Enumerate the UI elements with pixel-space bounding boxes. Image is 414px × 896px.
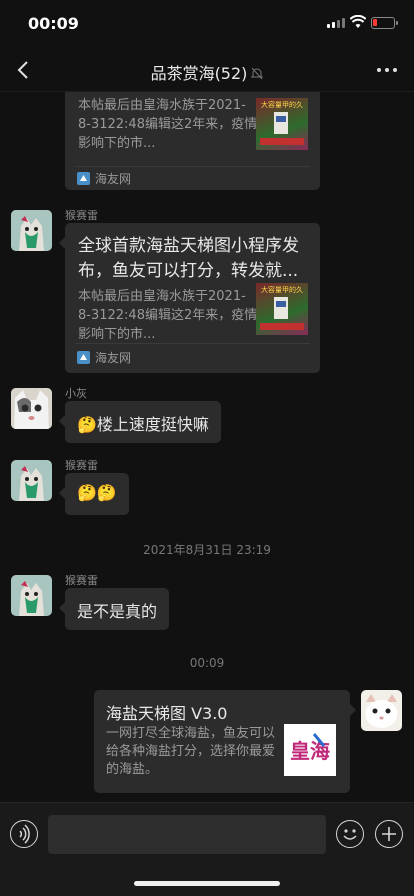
status-bar: 00:09 xyxy=(0,0,414,48)
ellipsis-icon[interactable] xyxy=(376,62,398,78)
card-source: 海友网 xyxy=(77,349,131,366)
source-name: 海友网 xyxy=(95,172,132,186)
card-thumbnail: 大容量甲的久 xyxy=(256,283,308,335)
bell-slash-icon xyxy=(251,67,264,80)
link-card[interactable]: 本帖最后由皇海水族于2021-8-3122:48编辑这2年来，疫情影响下的市..… xyxy=(65,92,320,190)
link-card[interactable]: 全球首款海盐天梯图小程序发布，鱼友可以打分，转发就... 本帖最后由皇海水族于2… xyxy=(59,223,320,373)
avatar[interactable] xyxy=(361,690,402,731)
signal-icon xyxy=(327,18,345,28)
timestamp: 00:09 xyxy=(189,656,225,670)
message-text: 🤔🤔 xyxy=(77,483,117,502)
source-name: 海友网 xyxy=(95,351,132,365)
battery-icon xyxy=(371,17,398,29)
card-title: 全球首款海盐天梯图小程序发布，鱼友可以打分，转发就... xyxy=(78,236,299,281)
wifi-icon xyxy=(350,15,366,28)
emoji-icon[interactable] xyxy=(336,820,364,848)
sender-name: 猴赛雷 xyxy=(65,574,98,587)
text-message[interactable]: 🤔🤔 xyxy=(59,473,129,515)
mini-program-card[interactable]: 海盐天梯图 V3.0 一网打尽全球海盐，鱼友可以给各种海盐打分，选择你最爱的海盐… xyxy=(94,690,356,793)
avatar[interactable] xyxy=(11,388,52,429)
message-input[interactable] xyxy=(48,815,326,854)
chat-header: 品茶赏海(52) xyxy=(0,48,414,92)
thumb-text: 大容量甲的久 xyxy=(261,285,303,294)
card-divider xyxy=(75,343,310,344)
card-description: 本帖最后由皇海水族于2021-8-3122:48编辑这2年来，疫情影响下的市..… xyxy=(78,98,258,151)
source-logo-icon xyxy=(77,351,90,364)
source-logo-icon xyxy=(77,172,90,185)
text-message[interactable]: 是不是真的 xyxy=(58,588,170,630)
message-text: 是不是真的 xyxy=(77,602,158,621)
timestamp: 2021年8月31日 23:19 xyxy=(143,543,271,557)
plus-icon[interactable] xyxy=(375,820,403,848)
thumb-text: 皇海 xyxy=(290,739,330,763)
status-time: 00:09 xyxy=(28,14,79,33)
card-source: 海友网 xyxy=(77,170,131,187)
card-thumbnail: 大容量甲的久 xyxy=(256,98,308,150)
sender-name: 猴赛雷 xyxy=(65,459,98,472)
card-divider xyxy=(75,166,310,167)
text-message[interactable]: 🤔楼上速度挺快嘛 xyxy=(59,401,221,443)
sender-name: 猴赛雷 xyxy=(65,209,98,222)
avatar[interactable] xyxy=(11,460,52,501)
chat-title: 品茶赏海(52) xyxy=(0,60,414,84)
home-indicator[interactable] xyxy=(134,881,280,886)
group-name: 品茶赏海(52) xyxy=(150,64,248,83)
thumb-text: 大容量甲的久 xyxy=(261,100,303,109)
sender-name: 小灰 xyxy=(65,387,87,400)
card-thumbnail: 皇海 xyxy=(284,724,336,776)
voice-icon[interactable] xyxy=(10,820,38,848)
avatar[interactable] xyxy=(11,210,52,251)
card-description: 本帖最后由皇海水族于2021-8-3122:48编辑这2年来，疫情影响下的市..… xyxy=(78,289,258,342)
card-title: 海盐天梯图 V3.0 xyxy=(106,704,228,723)
card-description: 一网打尽全球海盐，鱼友可以给各种海盐打分，选择你最爱的海盐。 xyxy=(106,726,276,777)
message-text: 🤔楼上速度挺快嘛 xyxy=(77,415,209,434)
avatar[interactable] xyxy=(11,575,52,616)
message-list[interactable]: 本帖最后由皇海水族于2021-8-3122:48编辑这2年来，疫情影响下的市..… xyxy=(0,92,414,802)
